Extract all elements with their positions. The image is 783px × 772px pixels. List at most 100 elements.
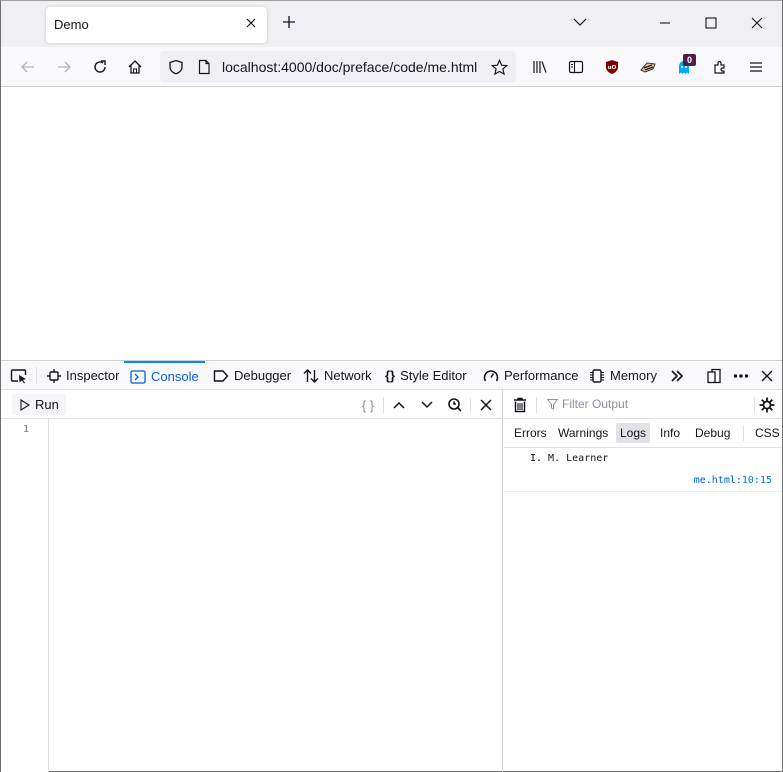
performance-icon [483, 369, 499, 381]
trash-icon [514, 397, 526, 413]
tab-label: Style Editor [400, 368, 467, 383]
extension-badge-count: 0 [683, 54, 697, 66]
devtools-panel: Inspector Console Debugger Network {} St… [1, 360, 782, 772]
chevron-up-icon [393, 401, 405, 409]
home-icon [128, 60, 142, 74]
clear-console-button[interactable] [510, 395, 530, 415]
tab-label: Memory [610, 368, 657, 383]
memory-icon [590, 368, 604, 383]
history-next-button[interactable] [417, 395, 437, 415]
maximize-icon [705, 17, 717, 29]
tab-strip: Demo [1, 1, 782, 47]
console-editor: Run { } 1 [1, 390, 503, 772]
element-picker-button[interactable] [9, 366, 29, 386]
library-button[interactable] [529, 56, 551, 78]
extension-badger-icon [640, 62, 656, 73]
console-icon [130, 369, 146, 384]
close-icon [751, 17, 763, 29]
gear-icon [759, 397, 775, 413]
tab-label: Performance [504, 368, 579, 383]
devtools-toolbar: Inspector Console Debugger Network {} St… [1, 361, 782, 390]
toolbar-separator [754, 397, 755, 413]
devtools-options-button[interactable] [731, 366, 751, 386]
console-settings-button[interactable] [757, 395, 777, 415]
bookmark-star-icon[interactable] [490, 58, 509, 76]
close-devtools-button[interactable] [757, 366, 777, 386]
filter-icon [547, 399, 558, 410]
chevron-down-icon [573, 18, 587, 26]
tab-inspector[interactable]: Inspector [41, 361, 125, 390]
run-label: Run [35, 397, 59, 412]
tab-label: Debugger [234, 368, 292, 383]
filter-separator [743, 425, 744, 441]
code-input-area[interactable] [50, 419, 502, 772]
filter-debug-button[interactable]: Debug [691, 423, 734, 443]
double-chevron-right-icon [671, 370, 684, 382]
sidebar-button[interactable] [565, 56, 587, 78]
shield-icon[interactable] [168, 59, 184, 75]
history-search-icon [448, 398, 462, 412]
history-previous-button[interactable] [389, 395, 409, 415]
play-icon [20, 398, 30, 411]
output-toolbar: Filter Output [504, 390, 782, 419]
pretty-print-button[interactable]: { } [358, 395, 378, 415]
more-horizontal-icon [733, 374, 749, 378]
dock-side-button[interactable] [704, 366, 724, 386]
tab-style-editor[interactable]: {} Style Editor [379, 361, 473, 390]
network-icon [303, 368, 319, 383]
close-icon[interactable] [243, 16, 259, 32]
ublock-origin-icon: uO [606, 60, 618, 74]
editor-toolbar: Run { } [1, 390, 502, 419]
close-editor-button[interactable] [476, 395, 496, 415]
pick-element-icon [10, 369, 27, 384]
ublock-origin-button[interactable]: uO [601, 56, 623, 78]
minimize-icon [660, 22, 670, 24]
tab-debugger[interactable]: Debugger [207, 361, 297, 390]
filter-logs-button[interactable]: Logs [616, 423, 651, 443]
page-icon[interactable] [196, 59, 212, 75]
filter-errors-button[interactable]: Errors [510, 423, 551, 443]
toolbar-separator [536, 397, 537, 413]
log-source-link[interactable]: me.html:10:15 [694, 475, 772, 486]
home-button[interactable] [124, 56, 146, 78]
new-tab-button[interactable] [279, 13, 299, 33]
close-window-button[interactable] [745, 11, 769, 35]
forward-button[interactable] [53, 56, 75, 78]
extensions-button[interactable] [709, 56, 731, 78]
tab-memory[interactable]: Memory [583, 361, 663, 390]
tab-label: Network [324, 368, 372, 383]
filter-warnings-button[interactable]: Warnings [554, 423, 612, 443]
back-button[interactable] [17, 56, 39, 78]
console-message: I. M. Learner me.html:10:15 [504, 448, 782, 492]
console-output: Filter Output Errors Warnings Logs Info … [504, 390, 782, 772]
tab-console[interactable]: Console [124, 361, 205, 390]
menu-button[interactable] [745, 56, 767, 78]
debugger-icon [213, 369, 229, 382]
reverse-search-button[interactable] [445, 395, 465, 415]
reload-button[interactable] [89, 56, 111, 78]
more-tools-button[interactable] [667, 366, 687, 386]
filter-css-button[interactable]: CSS [751, 423, 783, 443]
tab-performance[interactable]: Performance [477, 361, 584, 390]
tab-network[interactable]: Network [297, 361, 378, 390]
source-file[interactable]: me.html [694, 475, 736, 486]
arrow-left-icon [21, 61, 34, 73]
maximize-button[interactable] [699, 11, 723, 35]
svg-text:uO: uO [608, 65, 617, 71]
style-editor-icon: {} [385, 368, 396, 383]
library-icon [533, 61, 547, 73]
run-button[interactable]: Run [12, 394, 66, 415]
source-line[interactable]: :10:15 [736, 475, 772, 486]
filter-output-input[interactable]: Filter Output [562, 397, 628, 411]
toolbar-separator [470, 397, 471, 413]
url-bar[interactable]: localhost:4000/doc/preface/code/me.html [160, 51, 516, 83]
puzzle-icon [714, 60, 725, 74]
list-all-tabs-button[interactable] [572, 14, 592, 34]
filter-info-button[interactable]: Info [656, 423, 684, 443]
extension-button[interactable] [637, 56, 659, 78]
line-number: 1 [23, 424, 30, 435]
minimize-button[interactable] [653, 11, 677, 35]
browser-tab[interactable]: Demo [46, 7, 267, 43]
url-text[interactable]: localhost:4000/doc/preface/code/me.html [222, 59, 477, 75]
reload-icon [94, 60, 106, 73]
